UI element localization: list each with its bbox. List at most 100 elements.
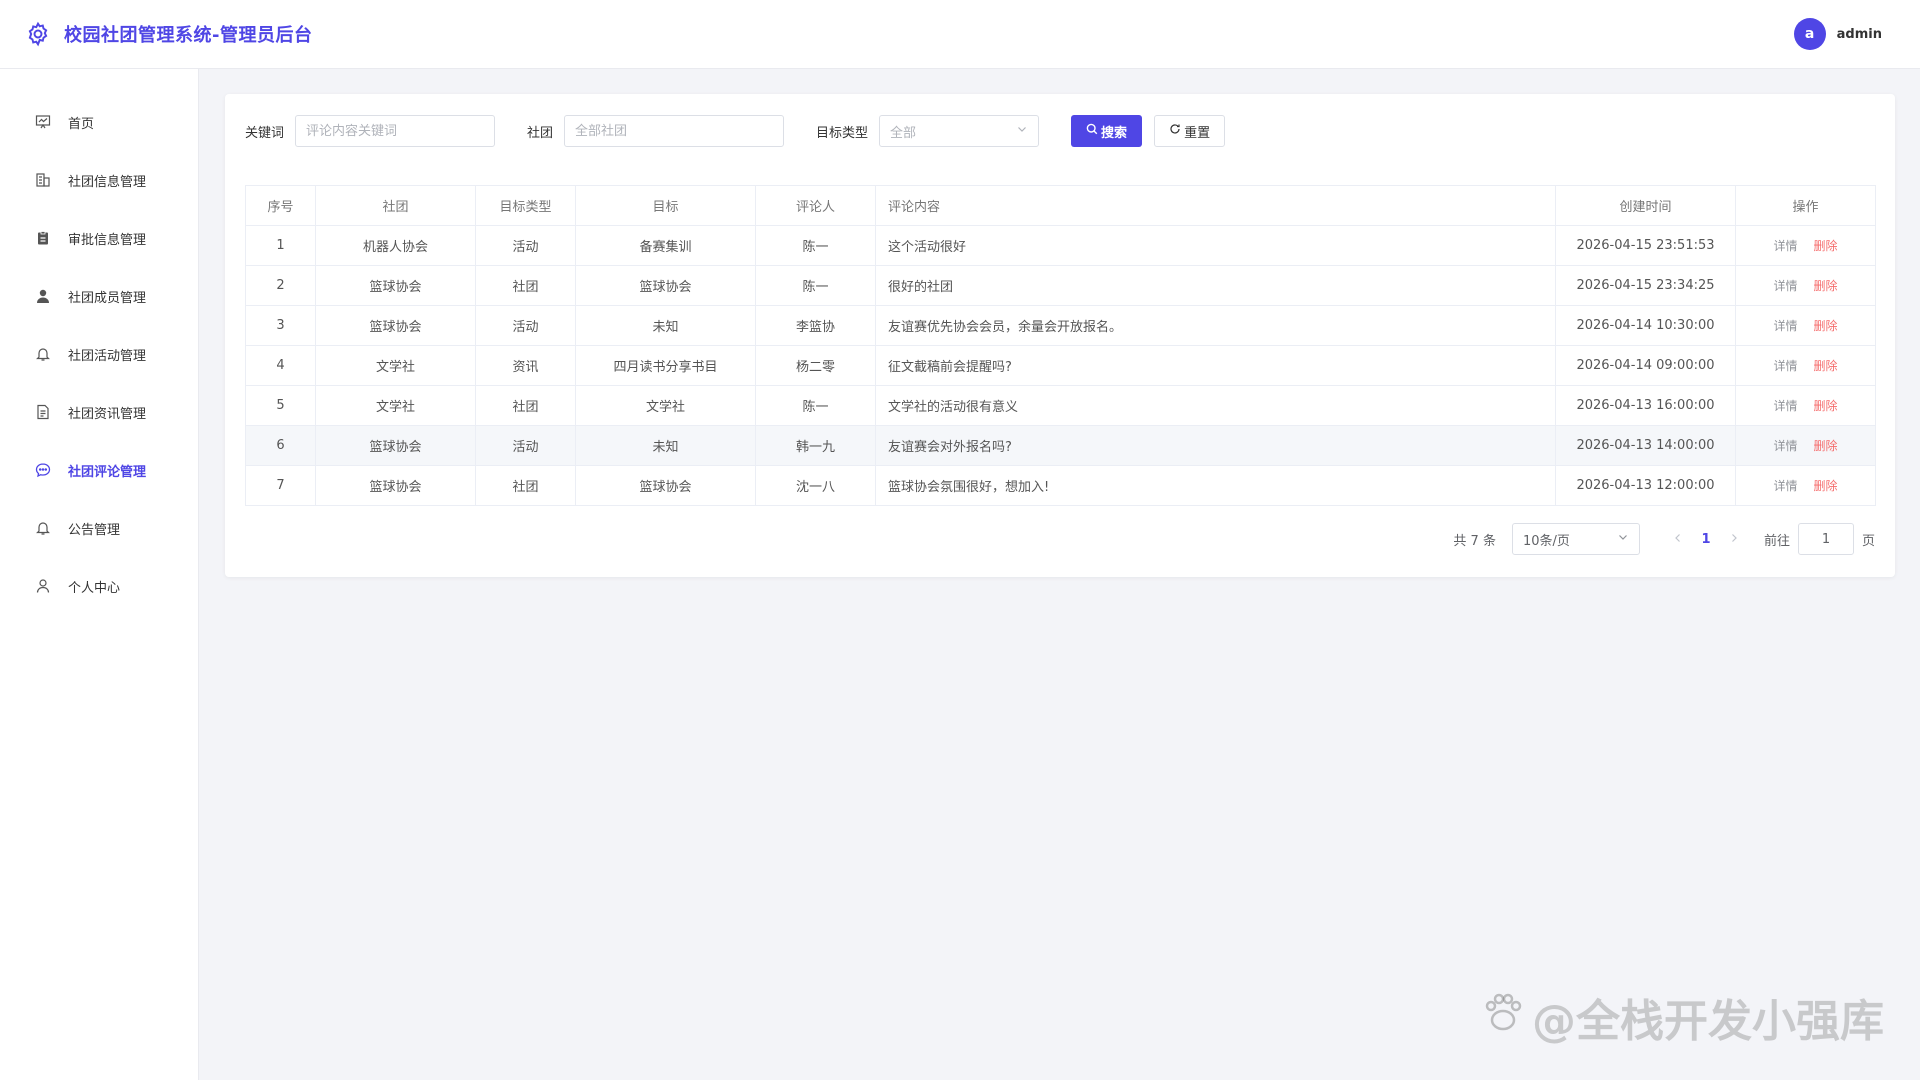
cell-type: 活动 xyxy=(475,305,576,346)
detail-link[interactable]: 详情 xyxy=(1773,239,1797,253)
cell-no: 3 xyxy=(245,305,316,346)
building-icon xyxy=(34,171,52,189)
target-type-value: 全部 xyxy=(890,125,917,141)
cell-type: 活动 xyxy=(475,225,576,266)
sidebar-item-profile[interactable]: 个人中心 xyxy=(0,557,198,615)
sidebar-item-label: 社团活动管理 xyxy=(68,348,147,364)
sidebar-item-approval[interactable]: 审批信息管理 xyxy=(0,209,198,267)
column-header: 目标类型 xyxy=(475,185,576,226)
delete-link[interactable]: 删除 xyxy=(1814,439,1838,453)
sidebar-item-label: 社团评论管理 xyxy=(68,464,147,480)
column-header: 操作 xyxy=(1735,185,1876,226)
sidebar-item-club-info[interactable]: 社团信息管理 xyxy=(0,151,198,209)
cell-actions: 详情 删除 xyxy=(1735,385,1876,426)
cell-time: 2026-04-14 09:00:00 xyxy=(1555,345,1736,386)
search-button[interactable]: 搜索 xyxy=(1071,115,1143,147)
table-row: 3 篮球协会 活动 未知 李篮协 友谊赛优先协会会员，余量会开放报名。 2026… xyxy=(245,305,1876,346)
sidebar-item-announcements[interactable]: 公告管理 xyxy=(0,499,198,557)
cell-time: 2026-04-13 12:00:00 xyxy=(1555,465,1736,506)
total-count: 共 7 条 xyxy=(1453,533,1496,549)
cell-author: 李篮协 xyxy=(755,305,876,346)
user-menu[interactable]: a admin xyxy=(1793,18,1882,50)
cell-target: 篮球协会 xyxy=(575,265,756,306)
page-number-current[interactable]: 1 xyxy=(1692,532,1720,547)
watermark: @全栈开发小强库 xyxy=(1480,985,1884,1049)
table-row: 6 篮球协会 活动 未知 韩一九 友谊赛会对外报名吗? 2026-04-13 1… xyxy=(245,425,1876,466)
sidebar-item-label: 首页 xyxy=(68,116,95,132)
delete-link[interactable]: 删除 xyxy=(1814,399,1838,413)
sidebar-item-label: 社团成员管理 xyxy=(68,290,147,306)
sidebar-item-home[interactable]: 首页 xyxy=(0,93,198,151)
chevron-down-icon xyxy=(1016,123,1028,139)
bell-icon xyxy=(34,345,52,363)
table-row: 4 文学社 资讯 四月读书分享书目 杨二零 征文截稿前会提醒吗? 2026-04… xyxy=(245,345,1876,386)
column-header: 目标 xyxy=(575,185,756,226)
cell-content: 征文截稿前会提醒吗? xyxy=(875,345,1556,386)
username[interactable]: admin xyxy=(1837,27,1882,42)
detail-link[interactable]: 详情 xyxy=(1773,439,1797,453)
app-title: 校园社团管理系统-管理员后台 xyxy=(64,25,313,46)
detail-link[interactable]: 详情 xyxy=(1773,319,1797,333)
comments-table: 序号 社团 目标类型 目标 评论人 评论内容 创建时间 操作 1 机器人协会 活… xyxy=(245,185,1876,506)
table-row: 7 篮球协会 社团 篮球协会 沈一八 篮球协会氛围很好，想加入! 2026-04… xyxy=(245,465,1876,506)
goto-label: 前往 xyxy=(1763,533,1790,549)
cell-actions: 详情 删除 xyxy=(1735,345,1876,386)
sidebar-item-label: 社团资讯管理 xyxy=(68,406,147,422)
detail-link[interactable]: 详情 xyxy=(1773,279,1797,293)
cell-content: 这个活动很好 xyxy=(875,225,1556,266)
column-header: 创建时间 xyxy=(1555,185,1736,226)
detail-link[interactable]: 详情 xyxy=(1773,399,1797,413)
cell-content: 友谊赛优先协会会员，余量会开放报名。 xyxy=(875,305,1556,346)
cell-type: 社团 xyxy=(475,385,576,426)
club-input[interactable] xyxy=(564,115,785,147)
cell-actions: 详情 删除 xyxy=(1735,465,1876,506)
cell-club: 文学社 xyxy=(315,345,476,386)
watermark-text: @全栈开发小强库 xyxy=(1532,996,1884,1047)
pagination: 共 7 条 10条/页 1 前往 页 xyxy=(1453,523,1875,555)
next-page-icon[interactable] xyxy=(1720,532,1748,547)
avatar[interactable]: a xyxy=(1793,18,1826,50)
cell-author: 沈一八 xyxy=(755,465,876,506)
cell-actions: 详情 删除 xyxy=(1735,225,1876,266)
keyword-input[interactable] xyxy=(295,115,496,147)
detail-link[interactable]: 详情 xyxy=(1773,359,1797,373)
sidebar-item-comments[interactable]: 社团评论管理 xyxy=(0,441,198,499)
goto-page-input[interactable] xyxy=(1797,523,1854,555)
delete-link[interactable]: 删除 xyxy=(1814,239,1838,253)
sidebar-item-label: 个人中心 xyxy=(68,580,121,596)
cell-content: 文学社的活动很有意义 xyxy=(875,385,1556,426)
delete-link[interactable]: 删除 xyxy=(1814,279,1838,293)
cell-target: 篮球协会 xyxy=(575,465,756,506)
sidebar-item-label: 社团信息管理 xyxy=(68,174,147,190)
delete-link[interactable]: 删除 xyxy=(1814,479,1838,493)
cell-target: 未知 xyxy=(575,425,756,466)
target-type-select[interactable]: 全部 xyxy=(879,115,1040,147)
target-type-label: 目标类型 xyxy=(816,125,869,141)
delete-link[interactable]: 删除 xyxy=(1814,319,1838,333)
page-size-select[interactable]: 10条/页 xyxy=(1511,523,1640,555)
cell-actions: 详情 删除 xyxy=(1735,265,1876,306)
comments-panel: 关键词 社团 目标类型 全部 搜索 重置 xyxy=(225,94,1895,577)
cell-no: 5 xyxy=(245,385,316,426)
person-icon xyxy=(34,577,52,595)
delete-link[interactable]: 删除 xyxy=(1814,359,1838,373)
table-row: 5 文学社 社团 文学社 陈一 文学社的活动很有意义 2026-04-13 16… xyxy=(245,385,1876,426)
cell-author: 陈一 xyxy=(755,265,876,306)
reset-button[interactable]: 重置 xyxy=(1154,115,1226,147)
dashboard-icon xyxy=(34,113,52,131)
club-label: 社团 xyxy=(527,125,554,141)
sidebar-item-activities[interactable]: 社团活动管理 xyxy=(0,325,198,383)
cell-no: 7 xyxy=(245,465,316,506)
paw-icon xyxy=(1480,989,1526,1046)
user-icon xyxy=(34,287,52,305)
sidebar-item-news[interactable]: 社团资讯管理 xyxy=(0,383,198,441)
sidebar-item-members[interactable]: 社团成员管理 xyxy=(0,267,198,325)
refresh-icon xyxy=(1169,123,1181,139)
cell-time: 2026-04-15 23:34:25 xyxy=(1555,265,1736,306)
keyword-label: 关键词 xyxy=(245,125,285,141)
prev-page-icon[interactable] xyxy=(1664,532,1692,547)
filter-bar: 关键词 社团 目标类型 全部 搜索 重置 xyxy=(245,115,1226,147)
cell-target: 未知 xyxy=(575,305,756,346)
detail-link[interactable]: 详情 xyxy=(1773,479,1797,493)
cell-author: 杨二零 xyxy=(755,345,876,386)
